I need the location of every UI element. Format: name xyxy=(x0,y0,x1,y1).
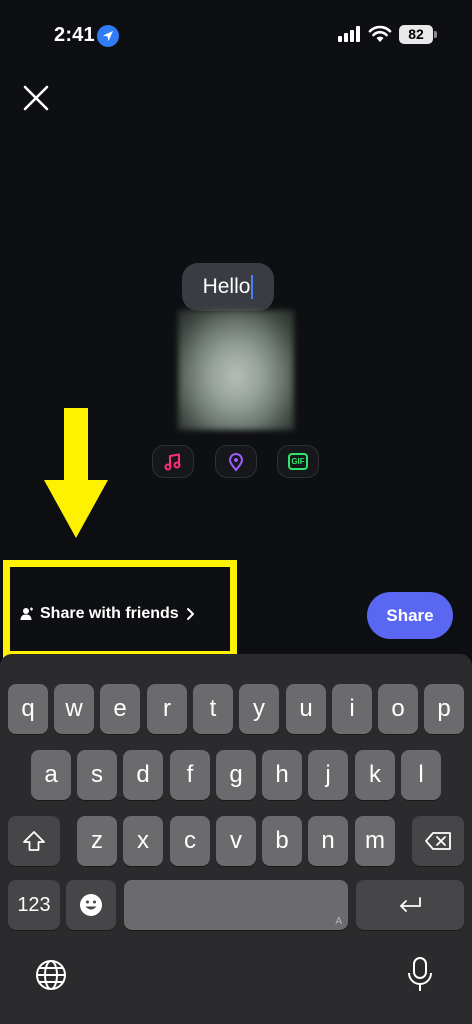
key-q[interactable]: q xyxy=(8,684,48,734)
key-r[interactable]: r xyxy=(147,684,187,734)
text-cursor xyxy=(251,275,254,299)
key-v[interactable]: v xyxy=(216,816,256,866)
key-p[interactable]: p xyxy=(424,684,464,734)
annotation-arrow xyxy=(44,408,108,538)
key-i[interactable]: i xyxy=(332,684,372,734)
chevron-right-icon xyxy=(186,608,194,620)
return-icon xyxy=(400,897,421,912)
key-l[interactable]: l xyxy=(401,750,441,800)
cellular-signal-icon xyxy=(338,26,360,42)
key-h[interactable]: h xyxy=(262,750,302,800)
music-button[interactable] xyxy=(152,445,194,478)
return-key[interactable] xyxy=(356,880,464,930)
status-time: 2:41 xyxy=(54,24,95,46)
shift-icon xyxy=(23,831,45,851)
key-j[interactable]: j xyxy=(308,750,348,800)
blurred-photo-preview xyxy=(178,310,294,430)
key-u[interactable]: u xyxy=(286,684,326,734)
shift-key[interactable] xyxy=(8,816,60,866)
key-d[interactable]: d xyxy=(123,750,163,800)
composer-text: Hello xyxy=(202,275,251,298)
battery-indicator: 82 xyxy=(399,25,433,44)
key-k[interactable]: k xyxy=(355,750,395,800)
globe-key[interactable] xyxy=(34,958,68,992)
backspace-icon xyxy=(425,832,451,850)
key-z[interactable]: z xyxy=(77,816,117,866)
microphone-icon xyxy=(408,957,432,991)
person-icon xyxy=(20,607,33,620)
key-o[interactable]: o xyxy=(378,684,418,734)
battery-tip xyxy=(434,31,437,38)
close-button[interactable] xyxy=(18,80,54,116)
status-bar: 2:41 82 xyxy=(0,0,472,70)
key-a[interactable]: a xyxy=(31,750,71,800)
close-icon xyxy=(23,85,49,111)
gif-button[interactable]: GIF xyxy=(277,445,319,478)
space-key[interactable]: A xyxy=(124,880,348,930)
globe-icon xyxy=(36,960,66,990)
text-input-bubble[interactable]: Hello xyxy=(182,263,274,311)
backspace-key[interactable] xyxy=(412,816,464,866)
key-f[interactable]: f xyxy=(170,750,210,800)
emoji-key[interactable] xyxy=(66,880,116,930)
key-b[interactable]: b xyxy=(262,816,302,866)
key-t[interactable]: t xyxy=(193,684,233,734)
wifi-icon xyxy=(368,25,392,42)
dictation-key[interactable] xyxy=(405,956,435,994)
key-g[interactable]: g xyxy=(216,750,256,800)
key-m[interactable]: m xyxy=(355,816,395,866)
key-n[interactable]: n xyxy=(308,816,348,866)
key-y[interactable]: y xyxy=(239,684,279,734)
key-w[interactable]: w xyxy=(54,684,94,734)
key-c[interactable]: c xyxy=(170,816,210,866)
music-note-icon xyxy=(164,453,181,470)
numbers-key[interactable]: 123 xyxy=(8,880,60,930)
key-s[interactable]: s xyxy=(77,750,117,800)
location-pin-icon xyxy=(228,452,244,472)
location-arrow-icon xyxy=(97,25,119,47)
emoji-icon xyxy=(80,894,102,916)
share-with-friends-label: Share with friends xyxy=(40,605,179,622)
share-button[interactable]: Share xyxy=(367,592,453,639)
keyboard: q w e r t y u i o p a s d f g h j k l z … xyxy=(0,654,472,1024)
space-key-hint: A xyxy=(335,916,342,927)
location-button[interactable] xyxy=(215,445,257,478)
key-e[interactable]: e xyxy=(100,684,140,734)
key-x[interactable]: x xyxy=(123,816,163,866)
gif-icon: GIF xyxy=(288,453,308,470)
share-with-friends-button[interactable]: Share with friends xyxy=(20,605,195,623)
